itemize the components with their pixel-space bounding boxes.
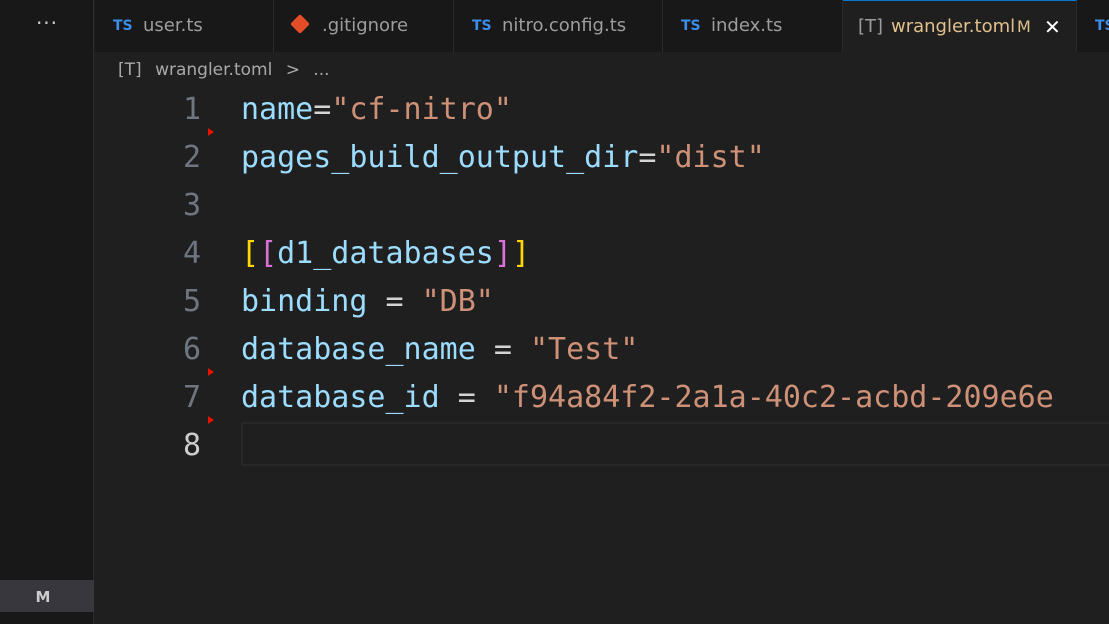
close-icon[interactable]: ✕: [1044, 1, 1061, 52]
tab-user-ts[interactable]: TS user.ts: [95, 0, 274, 52]
code-line: [[d1_databases]]: [241, 230, 530, 278]
code-editor[interactable]: 1 2 3 4 5 6 7 8 name="cf-nitro" pages_bu…: [95, 86, 1109, 624]
toml-string: "dist": [656, 140, 765, 175]
code-line: binding = "DB": [241, 278, 494, 326]
tab-label: user.ts: [143, 15, 203, 36]
bracket: [: [259, 236, 278, 271]
breadcrumb-file[interactable]: wrangler.toml: [155, 56, 272, 84]
chevron-right-icon: >: [285, 60, 300, 80]
code-line: pages_build_output_dir="dist": [241, 134, 765, 182]
bracket: [: [241, 236, 260, 271]
current-line-highlight: [241, 422, 1109, 466]
toml-table-name: d1_databases: [277, 236, 494, 271]
toml-string: "Test": [530, 332, 639, 367]
more-actions-button[interactable]: ···: [0, 0, 94, 52]
tab-nitro-config-ts[interactable]: TS nitro.config.ts: [454, 0, 663, 52]
code-line: database_id = "f94a84f2-2a1a-40c2-acbd-2…: [241, 374, 1054, 422]
toml-operator: =: [439, 380, 494, 415]
toml-file-icon: [T]: [858, 16, 884, 37]
toml-string: "f94a84f2-2a1a-40c2-acbd-209e6e: [493, 380, 1054, 415]
toml-operator: =: [313, 92, 332, 127]
modified-indicator: M: [1017, 17, 1031, 36]
line-number: 5: [182, 284, 201, 319]
toml-key: binding: [241, 284, 368, 319]
diff-deleted-marker[interactable]: [208, 416, 214, 424]
toml-key: database_name: [241, 332, 476, 367]
breadcrumb-more[interactable]: ...: [313, 56, 329, 84]
git-icon: [290, 14, 310, 34]
line-number-current: 8: [182, 428, 201, 463]
toml-string: "DB": [421, 284, 494, 319]
typescript-icon: TS: [1095, 18, 1109, 34]
tab-label: wrangler.toml: [891, 16, 1016, 37]
toml-operator: =: [638, 140, 657, 175]
toml-file-icon: [T]: [118, 60, 142, 80]
toml-key: database_id: [241, 380, 440, 415]
bracket: ]: [511, 236, 530, 271]
editor-tab-bar: TS user.ts .gitignore TS nitro.config.ts…: [95, 0, 1109, 52]
bracket: ]: [493, 236, 512, 271]
tab-index-ts[interactable]: TS index.ts: [663, 0, 843, 52]
breadcrumb: [T] wrangler.toml > ...: [118, 56, 330, 84]
diff-deleted-marker[interactable]: [208, 368, 214, 376]
diff-deleted-marker[interactable]: [208, 128, 214, 136]
tab-wrangler-toml[interactable]: [T] wrangler.toml M ✕: [843, 0, 1077, 52]
line-number: 2: [182, 140, 201, 175]
line-number: 1: [182, 92, 201, 127]
toml-string: "cf-nitro": [331, 92, 512, 127]
tab-label: .gitignore: [322, 15, 409, 36]
side-panel: ··· M: [0, 0, 94, 624]
code-line: database_name = "Test": [241, 326, 638, 374]
line-number: 6: [182, 332, 201, 367]
toml-operator: =: [475, 332, 530, 367]
line-number: 7: [182, 380, 201, 415]
typescript-icon: TS: [472, 18, 492, 34]
code-line: name="cf-nitro": [241, 86, 512, 134]
tab-label: nitro.config.ts: [502, 15, 627, 36]
tab-overflow[interactable]: TS: [1077, 0, 1109, 52]
line-number: 3: [182, 188, 201, 223]
tab-gitignore[interactable]: .gitignore: [274, 0, 454, 52]
typescript-icon: TS: [681, 18, 701, 34]
line-number: 4: [182, 236, 201, 271]
toml-operator: =: [367, 284, 422, 319]
tab-label: index.ts: [711, 15, 783, 36]
toml-key: name: [241, 92, 314, 127]
typescript-icon: TS: [113, 18, 133, 34]
modified-badge[interactable]: M: [0, 580, 94, 612]
toml-key: pages_build_output_dir: [241, 140, 639, 175]
